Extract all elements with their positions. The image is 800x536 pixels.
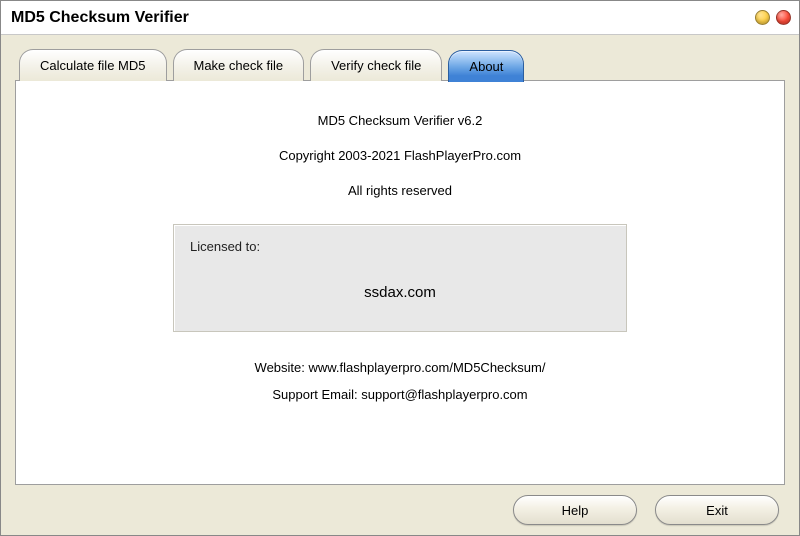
product-name: MD5 Checksum Verifier v6.2 [318, 113, 483, 128]
about-page: MD5 Checksum Verifier v6.2 Copyright 200… [15, 80, 785, 485]
minimize-icon[interactable] [755, 10, 770, 25]
tab-strip: Calculate file MD5 Make check file Verif… [15, 49, 785, 81]
window-controls [755, 10, 791, 25]
button-row: Help Exit [15, 485, 785, 525]
tab-label: About [469, 59, 503, 74]
website-text: Website: www.flashplayerpro.com/MD5Check… [255, 360, 546, 375]
tab-label: Verify check file [331, 58, 421, 73]
rights-text: All rights reserved [348, 183, 452, 198]
close-icon[interactable] [776, 10, 791, 25]
tab-label: Calculate file MD5 [40, 58, 146, 73]
tab-calculate[interactable]: Calculate file MD5 [19, 49, 167, 81]
button-label: Exit [706, 503, 728, 518]
exit-button[interactable]: Exit [655, 495, 779, 525]
copyright-text: Copyright 2003-2021 FlashPlayerPro.com [279, 148, 521, 163]
tab-about[interactable]: About [448, 50, 524, 82]
tab-make-check-file[interactable]: Make check file [173, 49, 305, 81]
tab-label: Make check file [194, 58, 284, 73]
titlebar: MD5 Checksum Verifier [1, 1, 799, 35]
help-button[interactable]: Help [513, 495, 637, 525]
tab-verify-check-file[interactable]: Verify check file [310, 49, 442, 81]
window-title: MD5 Checksum Verifier [11, 9, 189, 27]
license-label: Licensed to: [190, 239, 610, 254]
support-email-text: Support Email: support@flashplayerpro.co… [272, 387, 527, 402]
button-label: Help [562, 503, 589, 518]
client-area: Calculate file MD5 Make check file Verif… [1, 35, 799, 535]
license-box: Licensed to: ssdax.com [173, 224, 627, 332]
licensee-name: ssdax.com [190, 284, 610, 301]
